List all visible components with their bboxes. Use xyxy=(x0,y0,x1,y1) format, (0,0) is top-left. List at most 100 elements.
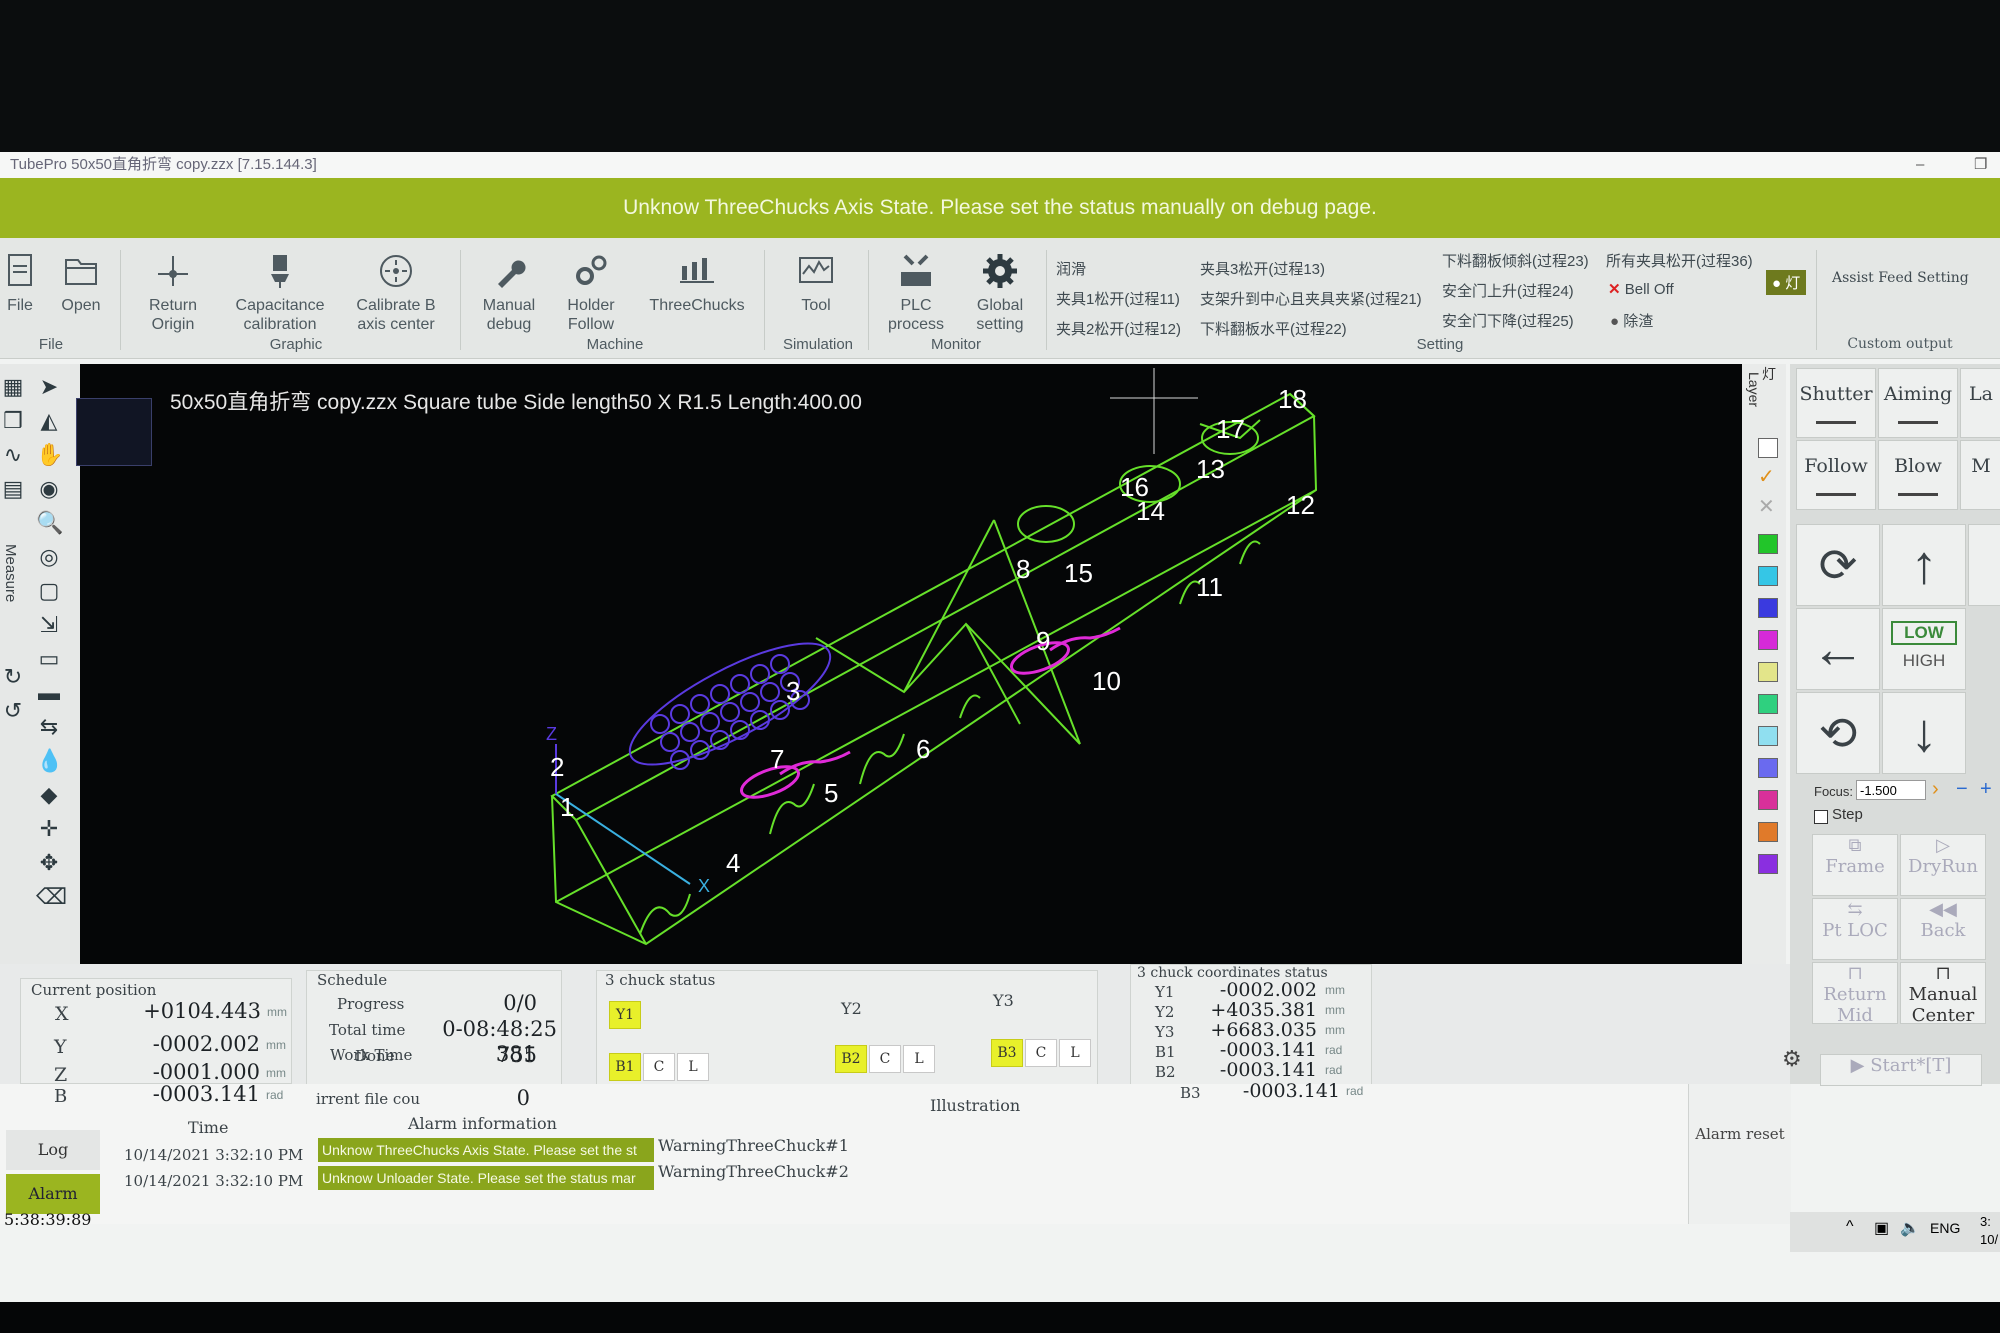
jog-up-button[interactable]: ↑ xyxy=(1882,524,1966,606)
restore-icon[interactable]: ❐ xyxy=(1974,152,1987,178)
step-checkbox[interactable] xyxy=(1814,810,1828,824)
alarm-reset-button[interactable]: Alarm reset xyxy=(1688,1084,1791,1224)
manual-debug-button[interactable]: Manual debug xyxy=(474,252,544,334)
language-indicator[interactable]: ENG xyxy=(1930,1220,1960,1236)
return-origin-button[interactable]: Return Origin xyxy=(138,252,208,334)
layer-swatch[interactable] xyxy=(1758,598,1778,618)
hand-pan-icon[interactable]: ✋ xyxy=(36,442,63,468)
rotate-icon[interactable]: ↻ xyxy=(0,664,26,690)
jog-left-button[interactable]: ← xyxy=(1796,608,1880,690)
chuck-c3-tag[interactable]: C xyxy=(1025,1039,1057,1067)
settings-gear-icon[interactable]: ⚙ xyxy=(1782,1046,1802,1072)
network-icon[interactable]: ▣ xyxy=(1874,1218,1889,1238)
circle-icon[interactable]: ◎ xyxy=(36,544,62,570)
chuck-y1-tag[interactable]: Y1 xyxy=(609,1001,641,1029)
zoom-icon[interactable]: 🔍 xyxy=(36,510,63,536)
chuck-l1-tag[interactable]: L xyxy=(677,1053,709,1081)
holder-follow-button[interactable]: Holder Follow xyxy=(556,252,626,334)
more-button[interactable]: M xyxy=(1960,440,2000,510)
log-tab[interactable]: Log xyxy=(6,1130,100,1170)
setting-col3-item[interactable]: 下料翻板倾斜(过程23) xyxy=(1442,250,1589,271)
eye-icon[interactable]: ◉ xyxy=(36,476,62,502)
layer-swatch[interactable] xyxy=(1758,630,1778,650)
layer-swatch[interactable] xyxy=(1758,694,1778,714)
layer-swatch[interactable] xyxy=(1758,758,1778,778)
setting-col1-item[interactable]: 润滑 xyxy=(1056,258,1086,279)
layer-check[interactable] xyxy=(1758,438,1778,458)
global-setting-button[interactable]: Global setting xyxy=(962,252,1038,334)
shutter-button[interactable]: Shutter xyxy=(1796,368,1876,438)
minimize-icon[interactable]: – xyxy=(1916,152,1924,178)
layer-swatch[interactable] xyxy=(1758,726,1778,746)
pt-loc-button[interactable]: ⇆ Pt LOC xyxy=(1812,898,1898,960)
light-toggle[interactable]: ● 灯 xyxy=(1766,270,1807,295)
tool-button[interactable]: Tool xyxy=(776,252,856,315)
file-button[interactable]: File xyxy=(2,252,38,315)
check-icon[interactable]: ✓ xyxy=(1758,464,1775,489)
node-select-icon[interactable]: ◭ xyxy=(36,408,62,434)
frame-button[interactable]: ⧉ Frame xyxy=(1812,834,1898,896)
layers-icon[interactable]: ❒ xyxy=(0,408,26,434)
aiming-button[interactable]: Aiming xyxy=(1878,368,1958,438)
speed-toggle[interactable]: LOW HIGH xyxy=(1882,608,1966,690)
jog-extra-button[interactable] xyxy=(1968,524,2000,606)
layer-swatch[interactable] xyxy=(1758,534,1778,554)
chuck-c2-tag[interactable]: C xyxy=(869,1045,901,1073)
layer-swatch[interactable] xyxy=(1758,822,1778,842)
slag-removal-toggle[interactable]: ● 除渣 xyxy=(1610,310,1653,331)
laser-button[interactable]: La xyxy=(1960,368,2000,438)
curve-icon[interactable]: ∿ xyxy=(0,442,26,468)
back-button[interactable]: ◀◀ Back xyxy=(1900,898,1986,960)
plus-icon[interactable]: + xyxy=(1980,778,1992,801)
chuck-b3-tag[interactable]: B3 xyxy=(991,1039,1023,1067)
rotate-back-icon[interactable]: ↺ xyxy=(0,698,26,724)
alarm-tab[interactable]: Alarm xyxy=(6,1174,100,1214)
chuck-c1-tag[interactable]: C xyxy=(643,1053,675,1081)
rounded-rect-icon[interactable]: ▢ xyxy=(36,578,62,604)
manual-center-button[interactable]: ⊓ Manual Center xyxy=(1900,962,1986,1026)
follow-button[interactable]: Follow xyxy=(1796,440,1876,510)
rectangle-icon[interactable]: ▭ xyxy=(36,646,62,672)
blow-button[interactable]: Blow xyxy=(1878,440,1958,510)
layer-swatch[interactable] xyxy=(1758,790,1778,810)
setting-col4-item[interactable]: 所有夹具松开(过程36) xyxy=(1606,250,1753,271)
layer-swatch[interactable] xyxy=(1758,854,1778,874)
bell-off-toggle[interactable]: ✕ Bell Off xyxy=(1608,280,1674,298)
alarm-info[interactable]: Unknow ThreeChucks Axis State. Please se… xyxy=(318,1138,654,1162)
setting-col1-item[interactable]: 夹具2松开(过程12) xyxy=(1056,318,1181,339)
align-icon[interactable]: ✛ xyxy=(36,816,62,842)
mirror-icon[interactable]: ◆ xyxy=(36,782,62,808)
assist-feed-setting-button[interactable]: Assist Feed Setting xyxy=(1832,270,1969,286)
setting-col1-item[interactable]: 夹具1松开(过程11) xyxy=(1056,288,1180,309)
chuck-l2-tag[interactable]: L xyxy=(903,1045,935,1073)
start-button[interactable]: ▶ Start*[T] xyxy=(1820,1054,1982,1086)
minus-icon[interactable]: − xyxy=(1956,778,1968,801)
resize-icon[interactable]: ⇲ xyxy=(36,612,62,638)
grid-icon[interactable]: ▦ xyxy=(0,374,26,400)
setting-col3-item[interactable]: 安全门下降(过程25) xyxy=(1442,310,1574,331)
jog-down-button[interactable]: ↓ xyxy=(1882,692,1966,774)
threechucks-button[interactable]: ThreeChucks xyxy=(640,252,754,315)
alarm-info[interactable]: Unknow Unloader State. Please set the st… xyxy=(318,1166,654,1190)
layer-swatch[interactable] xyxy=(1758,662,1778,682)
ruler-icon[interactable]: ▤ xyxy=(0,476,26,502)
chevron-right-icon[interactable]: › xyxy=(1932,778,1939,801)
dryrun-button[interactable]: ▷ DryRun xyxy=(1900,834,1986,896)
return-mid-button[interactable]: ⊓ Return Mid xyxy=(1812,962,1898,1026)
calibrate-b-axis-button[interactable]: Calibrate B axis center xyxy=(346,252,446,334)
swap-icon[interactable]: ⇆ xyxy=(36,714,62,740)
eraser-icon[interactable]: ⌫ xyxy=(36,884,67,910)
setting-col3-item[interactable]: 安全门上升(过程24) xyxy=(1442,280,1574,301)
measure-tab[interactable]: Measure xyxy=(2,544,19,602)
setting-col2-item[interactable]: 夹具3松开(过程13) xyxy=(1200,258,1325,279)
close-icon[interactable]: ✕ xyxy=(1758,494,1775,519)
select-arrow-icon[interactable]: ➤ xyxy=(36,374,62,400)
layer-swatch[interactable] xyxy=(1758,566,1778,586)
drawing-canvas[interactable]: 50x50直角折弯 copy.zzx Square tube Side leng… xyxy=(76,364,1742,964)
plc-process-button[interactable]: PLC process xyxy=(880,252,952,334)
open-button[interactable]: Open xyxy=(56,252,106,315)
setting-col2-item[interactable]: 下料翻板水平(过程22) xyxy=(1200,318,1347,339)
chuck-l3-tag[interactable]: L xyxy=(1059,1039,1091,1067)
chuck-b2-tag[interactable]: B2 xyxy=(835,1045,867,1073)
line-icon[interactable]: ▬ xyxy=(36,680,62,706)
